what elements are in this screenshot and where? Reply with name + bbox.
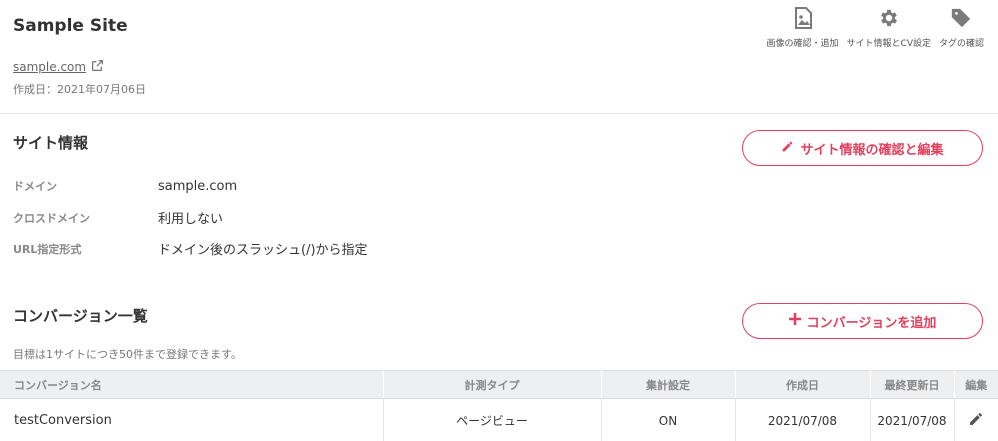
site-settings-label: サイト情報とCV設定 <box>846 39 931 49</box>
col-header-setting[interactable]: 集計設定 <box>601 370 736 399</box>
site-title: Sample Site <box>13 16 128 36</box>
top-actions: 画像の確認・追加 サイト情報とCV設定 タグの確認 <box>767 6 984 49</box>
conversion-limit-note: 目標は1サイトにつき50件まで登録できます。 <box>13 348 242 361</box>
info-row-domain: ドメイン sample.com <box>13 178 237 194</box>
site-info-edit-button[interactable]: サイト情報の確認と編集 <box>742 130 983 166</box>
conversions-title: コンバージョン一覧 <box>13 307 148 325</box>
info-key: ドメイン <box>13 180 57 193</box>
image-file-icon <box>794 6 812 30</box>
image-manage-button[interactable]: 画像の確認・追加 <box>767 6 839 49</box>
site-info-edit-label: サイト情報の確認と編集 <box>800 142 944 158</box>
col-header-type[interactable]: 計測タイプ <box>383 370 602 399</box>
header-divider <box>0 113 998 114</box>
edit-cell <box>954 398 998 441</box>
col-header-name[interactable]: コンバージョン名 <box>0 370 384 399</box>
external-link-icon[interactable] <box>91 59 104 75</box>
site-info-title: サイト情報 <box>13 134 89 152</box>
tag-check-label: タグの確認 <box>938 39 984 49</box>
info-value: sample.com <box>158 178 238 194</box>
info-value: 利用しない <box>158 212 224 227</box>
conversion-created: 2021/07/08 <box>735 398 871 441</box>
col-header-edit: 編集 <box>954 370 998 399</box>
add-conversion-label: コンバージョンを追加 <box>806 315 937 331</box>
add-conversion-button[interactable]: コンバージョンを追加 <box>742 303 983 339</box>
info-row-cross-domain: クロスドメイン 利用しない <box>13 208 224 228</box>
col-header-updated[interactable]: 最終更新日 <box>870 370 955 399</box>
conversion-setting: ON <box>601 398 736 441</box>
gear-icon <box>878 6 900 30</box>
tag-check-button[interactable]: タグの確認 <box>939 6 984 49</box>
conversion-table: コンバージョン名 計測タイプ 集計設定 作成日 最終更新日 編集 testCon… <box>0 370 998 441</box>
info-value: ドメイン後のスラッシュ(/)から指定 <box>158 243 368 258</box>
created-date: 作成日：2021年07月06日 <box>13 83 146 96</box>
table-row: testConversion ページビュー ON 2021/07/08 2021… <box>0 398 998 441</box>
info-key: URL指定形式 <box>13 242 82 256</box>
conversion-name: testConversion <box>0 398 384 441</box>
site-url-link[interactable]: sample.com <box>13 60 86 74</box>
info-row-url-format: URL指定形式 ドメイン後のスラッシュ(/)から指定 <box>13 239 368 259</box>
site-link[interactable]: sample.com <box>13 59 104 75</box>
pencil-icon <box>781 140 794 157</box>
table-header-row: コンバージョン名 計測タイプ 集計設定 作成日 最終更新日 編集 <box>0 370 998 399</box>
tag-icon <box>950 6 972 30</box>
info-key: クロスドメイン <box>13 211 90 225</box>
site-settings-button[interactable]: サイト情報とCV設定 <box>847 6 931 49</box>
conversion-type: ページビュー <box>383 398 602 441</box>
col-header-created[interactable]: 作成日 <box>735 370 871 399</box>
plus-icon <box>788 313 801 329</box>
image-manage-label: 画像の確認・追加 <box>766 39 839 49</box>
conversion-updated: 2021/07/08 <box>870 398 955 441</box>
edit-pencil-icon[interactable] <box>968 411 984 427</box>
